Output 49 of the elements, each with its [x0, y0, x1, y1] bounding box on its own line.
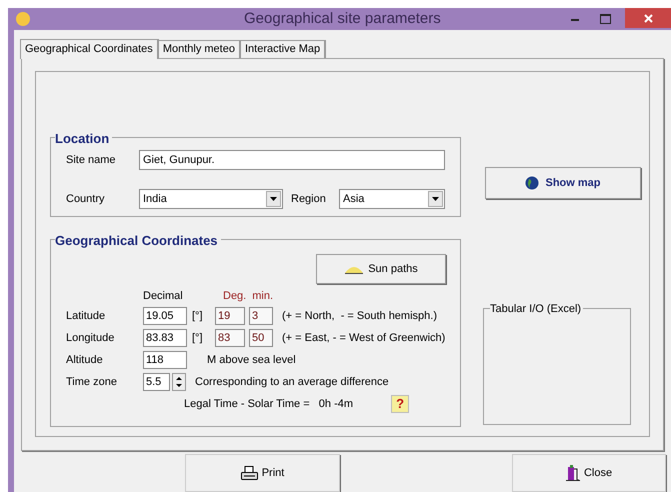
- column-header: Decimal: [143, 288, 184, 304]
- unit-label: [°]: [192, 308, 204, 324]
- country-dropdown[interactable]: India: [139, 189, 283, 209]
- unit-label: [°]: [192, 330, 204, 346]
- field-label: Longitude: [66, 330, 116, 346]
- close-dialog-button[interactable]: Close: [512, 454, 666, 492]
- time-zone-field[interactable]: 5.5: [143, 373, 170, 391]
- field-note: M above sea level: [207, 352, 296, 368]
- field-note: Corresponding to an average difference: [195, 374, 389, 390]
- door-icon: [566, 465, 580, 481]
- close-button[interactable]: [625, 8, 671, 28]
- decimal-field[interactable]: 19.05: [143, 307, 187, 325]
- field-label: Site name: [66, 152, 117, 168]
- sun-icon: [15, 11, 31, 27]
- group-title: Tabular I/O (Excel): [490, 301, 584, 318]
- tab[interactable]: Monthly meteo: [158, 40, 241, 58]
- field-label: Time zone: [66, 374, 118, 390]
- window-title: Geographical site parameters: [244, 8, 441, 29]
- maximize-icon[interactable]: [600, 14, 611, 24]
- column-header: min.: [252, 288, 274, 304]
- site-name-field[interactable]: Giet, Gunupur.: [139, 150, 445, 170]
- tab[interactable]: Interactive Map: [240, 40, 326, 58]
- globe-icon: [525, 176, 540, 190]
- sun-arc-icon: [344, 264, 364, 274]
- degrees-field[interactable]: 83: [215, 329, 245, 347]
- dropdown-arrow-icon: [432, 197, 439, 201]
- show-map-button[interactable]: Show map: [485, 167, 641, 199]
- dropdown-arrow-icon: [270, 197, 277, 201]
- column-header: Deg.: [223, 288, 246, 304]
- field-note: (+ = North, - = South hemisph.): [282, 308, 437, 324]
- field-label: Altitude: [66, 352, 104, 368]
- altitude-field[interactable]: 118: [143, 351, 187, 369]
- field-label: Latitude: [66, 308, 106, 324]
- minutes-field[interactable]: 50: [249, 329, 273, 347]
- degrees-field[interactable]: 19: [215, 307, 245, 325]
- printer-icon: [240, 466, 258, 480]
- field-label: Region: [291, 192, 327, 207]
- legal-time-text: Legal Time - Solar Time = 0h -4m: [184, 396, 354, 412]
- minutes-field[interactable]: 3: [249, 307, 273, 325]
- help-button[interactable]: ?: [391, 395, 410, 413]
- region-dropdown[interactable]: Asia: [339, 189, 445, 209]
- field-label: Country: [66, 192, 106, 207]
- print-button[interactable]: Print: [185, 454, 340, 492]
- spinner-icon[interactable]: [172, 373, 186, 391]
- close-icon: [644, 14, 652, 22]
- field-note: (+ = East, - = West of Greenwich): [282, 330, 446, 346]
- sun-paths-button[interactable]: Sun paths: [316, 254, 446, 284]
- decimal-field[interactable]: 83.83: [143, 329, 187, 347]
- tab[interactable]: Geographical Coordinates: [20, 39, 159, 59]
